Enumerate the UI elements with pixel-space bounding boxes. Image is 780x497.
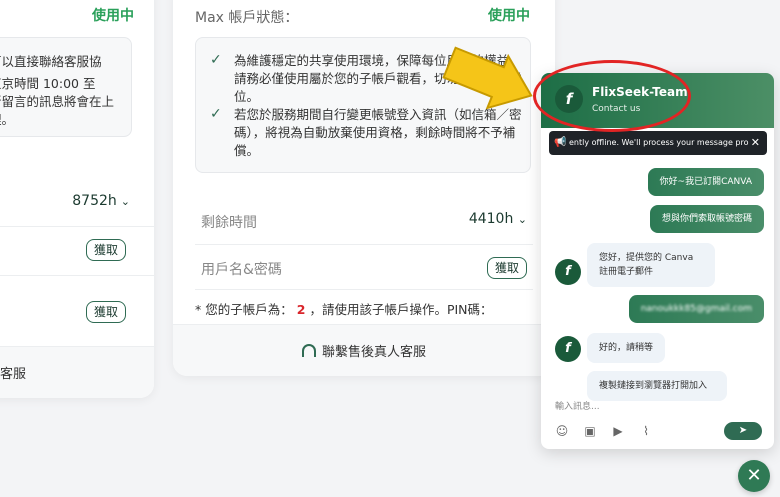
notice-line: 東京時間 10:00 至: [0, 76, 96, 91]
sub-account-number: 2: [296, 302, 306, 317]
chat-close-button[interactable]: ✕: [738, 460, 770, 492]
check-icon: ✓: [210, 52, 222, 68]
offline-text: ently offline. We'll process your messag…: [569, 138, 749, 147]
divider: [195, 289, 533, 290]
chevron-down-icon: ⌄: [120, 195, 130, 208]
send-icon: ➤: [738, 425, 748, 436]
remaining-value: 4410h ⌄: [468, 211, 527, 227]
offline-banner: 📢 ently offline. We'll process your mess…: [549, 131, 767, 155]
agent-avatar: f: [555, 259, 581, 285]
status-label: Max 帳戶狀態：: [195, 10, 299, 26]
chevron-down-icon: ⌄: [517, 213, 527, 226]
incoming-message: 您好，提供您的 Canva 註冊電子郵件: [587, 243, 715, 287]
get-credentials-button[interactable]: 獲取: [487, 257, 527, 279]
agent-avatar: f: [555, 336, 581, 362]
chat-toolbar: ☺ ▣ ▶ ⌇: [555, 424, 653, 438]
outgoing-message: nanoukkk85@gmail.com: [628, 295, 764, 323]
hours-dropdown[interactable]: 8752h ⌄: [72, 193, 130, 209]
notice-line: 理。: [0, 112, 15, 127]
incoming-message: 好的，請稍等: [587, 333, 666, 363]
sub-account-info: * 您的子帳戶為： 2 ，請使用該子帳戶操作。PIN碼：: [195, 302, 493, 317]
close-icon: ✕: [746, 465, 762, 486]
emoji-icon[interactable]: ☺: [555, 424, 569, 438]
send-button[interactable]: ➤: [724, 422, 762, 440]
remaining-label: 剩餘時間: [201, 215, 257, 231]
annotation-arrow-icon: [442, 46, 533, 110]
message-input[interactable]: 輸入訊息...: [555, 399, 600, 412]
attachment-icon[interactable]: ⌇: [639, 424, 653, 438]
status-badge: 使用中: [488, 8, 530, 24]
megaphone-icon: 📢: [554, 137, 567, 148]
close-icon[interactable]: ✕: [751, 136, 760, 149]
outgoing-message: 想與你們索取帳號密碼: [649, 205, 764, 233]
get-button[interactable]: 獲取: [86, 239, 126, 261]
contact-support-button[interactable]: 聯繫售後真人客服: [173, 324, 555, 376]
remaining-time-row[interactable]: 剩餘時間 4410h ⌄: [201, 210, 527, 234]
video-icon[interactable]: ▶: [611, 424, 625, 438]
notice-line: 所留言的訊息將會在上: [0, 94, 115, 109]
divider: [0, 275, 154, 276]
support-button[interactable]: 客服: [0, 346, 154, 398]
outgoing-message: 你好~我已訂閱CANVA: [647, 168, 764, 196]
chat-widget: f FlixSeek-Team Contact us 📢 ently offli…: [541, 73, 774, 449]
credentials-label: 用戶名&密碼: [201, 262, 282, 278]
email-text: nanoukkk85@gmail.com: [640, 304, 752, 314]
support-label: 聯繫售後真人客服: [321, 345, 426, 360]
notice-box: 可以直接聯絡客服協 東京時間 10:00 至 所留言的訊息將會在上 理。: [0, 37, 132, 137]
headset-icon: [301, 344, 316, 357]
credentials-row: 用戶名&密碼 獲取: [201, 257, 527, 281]
divider: [0, 226, 154, 227]
support-label: 客服: [0, 367, 27, 382]
left-account-card: 使用中 可以直接聯絡客服協 東京時間 10:00 至 所留言的訊息將會在上 理。…: [0, 0, 154, 398]
notice-line: 可以直接聯絡客服協: [0, 54, 102, 69]
get-button[interactable]: 獲取: [86, 301, 126, 323]
annotation-circle: [533, 60, 691, 132]
check-icon: ✓: [210, 106, 222, 122]
divider: [195, 244, 533, 245]
incoming-message: 複製鏈接到瀏覽器打開加入: [587, 371, 727, 401]
status-badge: 使用中: [92, 8, 134, 24]
image-icon[interactable]: ▣: [583, 424, 597, 438]
hours-value: 8752h: [72, 193, 117, 209]
